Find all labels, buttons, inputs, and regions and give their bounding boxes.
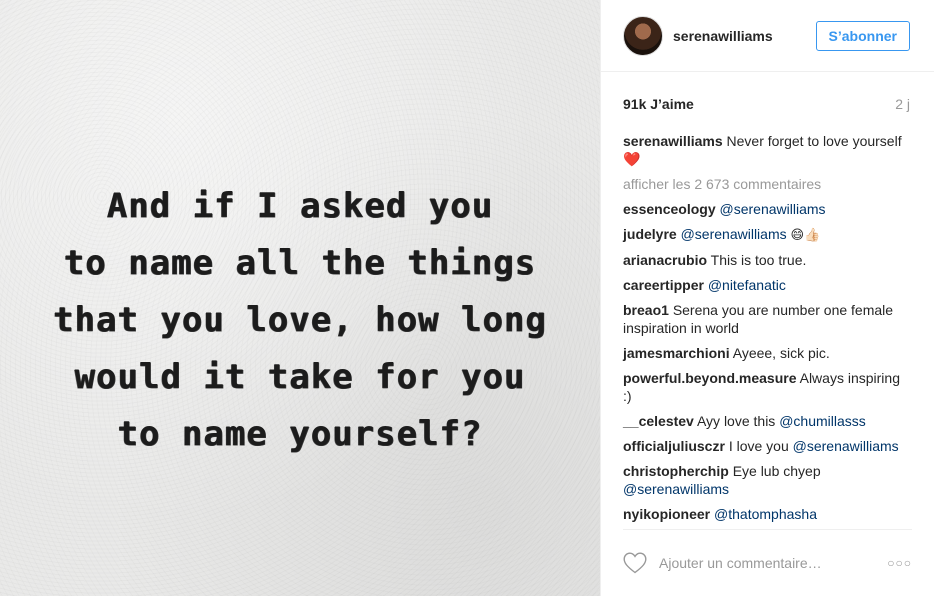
comment-username[interactable]: essenceology [623,201,716,217]
quote-line: And if I asked you [106,186,494,226]
quote-line: would it take for you [74,357,526,397]
comment-row: officialjuliusczr I love you @serenawill… [623,437,912,455]
add-comment-input[interactable] [659,555,888,571]
avatar[interactable] [623,15,663,56]
comment-username[interactable]: judelyre [623,226,677,242]
quote-text: And if I asked you to name all the thing… [0,178,600,463]
comment-mention-link[interactable]: @chumillasss [779,413,866,429]
comment-text: Ayeee, sick pic. [732,345,830,361]
comment-username[interactable]: jamesmarchioni [623,345,730,361]
comment-mention-link[interactable]: @serenawilliams [793,438,899,454]
comment-row: christopherchip Eye lub chyep @serenawil… [623,462,912,498]
instagram-post: And if I asked you to name all the thing… [0,0,934,596]
comment-mention-link[interactable]: @thatomphasha [714,506,817,522]
post-meta: 91k J’aime 2 j [623,96,910,112]
comment-username[interactable]: arianacrubio [623,252,707,268]
comment-text: Eye lub chyep [732,463,821,479]
post-sidebar: serenawilliams S’abonner 91k J’aime 2 j … [600,0,934,596]
comment-username[interactable]: careertipper [623,277,704,293]
comment-row: powerful.beyond.measure Always inspiring… [623,369,912,405]
comment-text: Ayy love this [696,413,776,429]
comments-list: serenawilliams Never forget to love your… [623,132,912,530]
post-time[interactable]: 2 j [895,96,910,112]
follow-button[interactable]: S’abonner [815,20,910,51]
more-options-icon[interactable]: ○○○ [887,556,912,570]
comment-username[interactable]: breao1 [623,302,669,318]
comment-mention-link[interactable]: @serenawilliams [681,226,787,242]
quote-line: to name all the things [63,243,537,283]
comment-row: careertipper @nitefanatic [623,276,912,294]
heart-outline-icon[interactable] [623,552,647,574]
comment-text: This is too true. [710,252,807,268]
caption-text: Never forget to love yourself [726,133,902,149]
comment-mention-link[interactable]: @nitefanatic [708,277,786,293]
comment-mention-link[interactable]: @serenawilliams [720,201,826,217]
comment-row: __celestev Ayy love this @chumillasss [623,412,912,430]
comment-text: I love you [728,438,789,454]
comment-username[interactable]: __celestev [623,413,694,429]
view-all-comments-link[interactable]: afficher les 2 673 commentaires [623,175,912,193]
comment-username[interactable]: officialjuliusczr [623,438,725,454]
red-heart-emoji: ❤️ [623,151,641,167]
comment-row: jamesmarchioni Ayeee, sick pic. [623,344,912,362]
comment-row: arianacrubio This is too true. [623,251,912,269]
post-header: serenawilliams S’abonner [601,0,934,72]
caption-username[interactable]: serenawilliams [623,133,723,149]
quote-line: to name yourself? [117,414,483,454]
comment-mention-link[interactable]: @serenawilliams [623,481,729,497]
quote-line: that you love, how long [53,300,547,340]
author-username[interactable]: serenawilliams [673,28,816,44]
comment-emoji: 😄👍🏻 [790,227,821,242]
comment-row: essenceology @serenawilliams [623,200,912,218]
comment-row: breao1 Serena you are number one female … [623,301,912,337]
caption: serenawilliams Never forget to love your… [623,132,912,168]
comment-username[interactable]: christopherchip [623,463,729,479]
post-image[interactable]: And if I asked you to name all the thing… [0,0,600,596]
comment-row: judelyre @serenawilliams 😄👍🏻 [623,225,912,244]
comment-username[interactable]: powerful.beyond.measure [623,370,796,386]
comment-bar: ○○○ [623,529,912,596]
comment-row: nyikopioneer @thatomphasha [623,505,912,523]
comment-username[interactable]: nyikopioneer [623,506,710,522]
likes-count[interactable]: 91k J’aime [623,96,694,112]
